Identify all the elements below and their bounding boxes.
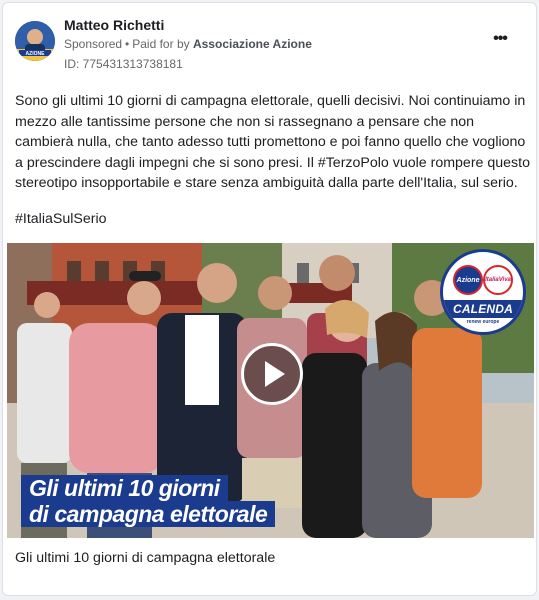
ad-id: ID: 775431313738181	[64, 57, 183, 71]
more-horizontal-icon: •••	[493, 30, 508, 47]
video-player[interactable]: Azione ItaliaViva CALENDA renew europe G…	[7, 243, 534, 538]
logo-subtitle: renew europe	[466, 319, 500, 325]
calenda-logo: Azione ItaliaViva CALENDA renew europe	[440, 249, 526, 335]
ad-post-card: AZIONE Matteo Richetti Sponsored • Paid fo…	[2, 2, 537, 596]
avatar-image: AZIONE	[15, 21, 55, 61]
meta-separator: •	[125, 37, 130, 51]
azione-logo-mark: Azione	[453, 265, 483, 295]
play-icon	[265, 361, 285, 387]
video-caption[interactable]: Gli ultimi 10 giorni di campagna elettor…	[15, 550, 275, 566]
avatar[interactable]: AZIONE	[15, 21, 55, 61]
paid-for-prefix: Paid for by	[132, 37, 190, 51]
post-header: AZIONE Matteo Richetti Sponsored • Paid fo…	[13, 13, 526, 73]
video-title-overlay: Gli ultimi 10 giorni di campagna elettor…	[21, 473, 311, 529]
hashtag-link[interactable]: #ItaliaSulSerio	[15, 211, 107, 227]
play-button[interactable]	[241, 343, 303, 405]
italiaviva-logo-mark: ItaliaViva	[483, 265, 513, 295]
author-name[interactable]: Matteo Richetti	[64, 17, 164, 33]
paid-for-by-link[interactable]: Associazione Azione	[193, 37, 312, 51]
overlay-line-2: di campagna elettorale	[21, 501, 276, 527]
overlay-line-1: Gli ultimi 10 giorni	[21, 475, 228, 501]
sponsored-meta: Sponsored • Paid for by Associazione Azion…	[64, 37, 312, 51]
more-options-button[interactable]: •••	[488, 31, 512, 47]
avatar-label: AZIONE	[26, 51, 46, 57]
post-body-text: Sono gli ultimi 10 giorni di campagna el…	[15, 93, 530, 191]
logo-name: CALENDA	[443, 300, 523, 318]
sponsored-label: Sponsored	[64, 37, 123, 51]
